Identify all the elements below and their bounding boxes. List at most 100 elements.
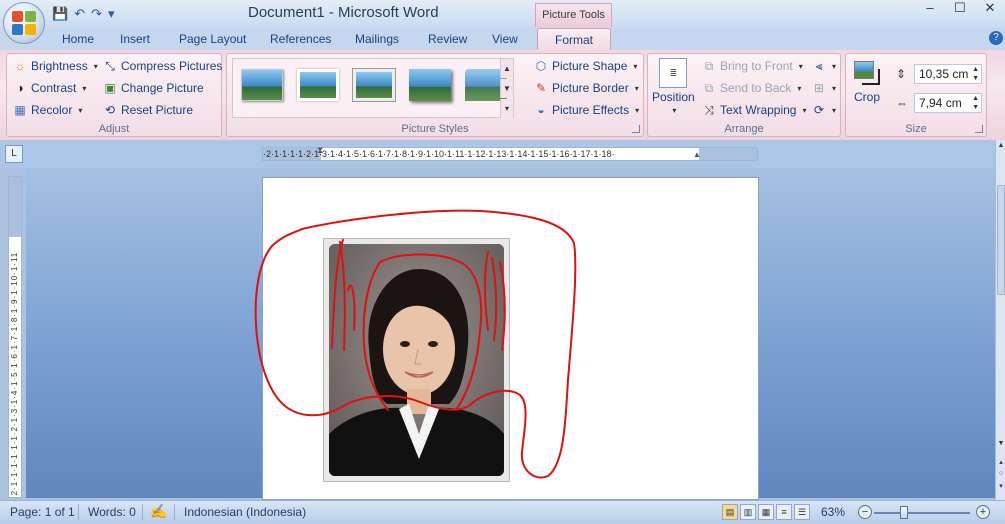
- selected-picture[interactable]: [323, 238, 510, 482]
- zoom-in-icon[interactable]: +: [976, 505, 990, 519]
- tab-selector-button[interactable]: L: [5, 145, 23, 163]
- style-thumbnail[interactable]: [297, 69, 339, 101]
- style-thumbnail[interactable]: [409, 69, 451, 101]
- picture-effects-button[interactable]: ◒ Picture Effects ▾: [534, 103, 639, 117]
- word-count[interactable]: Words: 0: [88, 505, 136, 519]
- close-button[interactable]: ✕: [975, 0, 1005, 18]
- gallery-scroll-up-icon[interactable]: ▲: [500, 59, 513, 78]
- right-indent-marker-icon[interactable]: ▲: [693, 150, 701, 159]
- zoom-level[interactable]: 63%: [821, 505, 845, 519]
- brightness-button[interactable]: ☼ Brightness ▾: [13, 59, 98, 73]
- maximize-button[interactable]: ☐: [945, 0, 975, 18]
- group-icon: ⊞: [813, 81, 825, 95]
- prev-page-icon[interactable]: ▴: [996, 458, 1005, 468]
- print-layout-view-icon[interactable]: ▤: [722, 504, 738, 520]
- change-picture-icon: ▣: [104, 81, 116, 95]
- height-value: 10,35 cm: [919, 67, 969, 81]
- change-picture-button[interactable]: ▣ Change Picture: [103, 81, 204, 95]
- bring-to-front-button[interactable]: ⧉ Bring to Front ▾: [702, 59, 803, 73]
- vertical-ruler-numbers: ·2·1·1·1·1·1·1·2·1·3·1·4·1·5·1·6·1·7·1·8…: [10, 251, 19, 498]
- undo-icon[interactable]: ↶: [74, 6, 85, 22]
- reset-picture-button[interactable]: ⟲ Reset Picture: [103, 103, 193, 117]
- help-icon[interactable]: ?: [989, 31, 1003, 45]
- style-thumbnail[interactable]: [241, 69, 283, 101]
- redo-icon[interactable]: ↷: [91, 6, 102, 22]
- scroll-down-icon[interactable]: ▼: [996, 440, 1005, 450]
- title-bar: 💾 ↶ ↷ ▾ Document1 - Microsoft Word Pictu…: [0, 0, 1005, 28]
- send-to-back-button[interactable]: ⧉ Send to Back ▾: [702, 81, 802, 95]
- size-group: Crop ⇕ 10,35 cm ▲ ▼ ⇔ 7,94 cm ▲ ▼ Size: [845, 53, 987, 137]
- text-wrapping-label: Text Wrapping: [720, 103, 797, 117]
- group-button[interactable]: ⊞ ▾: [812, 81, 836, 95]
- recolor-button[interactable]: ▦ Recolor ▾: [13, 103, 82, 117]
- customize-qat-button[interactable]: ▾: [108, 6, 115, 22]
- crop-label: Crop: [853, 90, 880, 104]
- position-icon: ≣: [659, 58, 688, 88]
- page-count[interactable]: Page: 1 of 1: [10, 505, 75, 519]
- scrollbar-thumb[interactable]: [997, 185, 1005, 295]
- picture-effects-label: Picture Effects: [552, 103, 630, 117]
- horizontal-ruler[interactable]: ·2·1·1·1·1·2·1·3·1·4·1·5·1·6·1·7·1·8·1·9…: [262, 145, 758, 161]
- office-button[interactable]: [3, 2, 45, 44]
- full-screen-reading-view-icon[interactable]: ▥: [740, 504, 756, 520]
- picture-border-button[interactable]: ✎ Picture Border ▾: [534, 81, 639, 95]
- proofing-icon[interactable]: ✍: [150, 503, 167, 520]
- language-indicator[interactable]: Indonesian (Indonesia): [184, 505, 306, 519]
- tab-references[interactable]: References: [270, 32, 331, 46]
- height-spinner[interactable]: 10,35 cm ▲ ▼: [914, 64, 982, 84]
- arrange-group-label: Arrange: [724, 123, 764, 135]
- ribbon-tabs: Home Insert Page Layout References Maili…: [0, 28, 1005, 50]
- tab-page-layout[interactable]: Page Layout: [179, 32, 246, 46]
- compress-label: Compress Pictures: [121, 59, 223, 73]
- rotate-icon: ⟳: [813, 103, 825, 117]
- indent-marker-icon[interactable]: ⧗: [317, 145, 323, 156]
- vertical-scrollbar[interactable]: ▲ ▼ ▴ ○ ▾: [995, 140, 1005, 500]
- width-icon: ⇔: [896, 96, 908, 110]
- contrast-icon: ◑: [16, 81, 24, 95]
- tab-home[interactable]: Home: [62, 32, 94, 46]
- crop-icon: [852, 59, 882, 87]
- tab-format[interactable]: Format: [537, 28, 611, 52]
- select-browse-object-icon[interactable]: ○: [996, 470, 1005, 480]
- change-picture-label: Change Picture: [121, 81, 204, 95]
- draft-view-icon[interactable]: ☰: [794, 504, 810, 520]
- shape-icon: ⬡: [535, 59, 547, 73]
- tab-view[interactable]: View: [492, 32, 518, 46]
- scroll-up-icon[interactable]: ▲: [996, 142, 1005, 152]
- bring-to-front-label: Bring to Front: [720, 59, 793, 73]
- rotate-button[interactable]: ⟳ ▾: [812, 103, 836, 117]
- vertical-ruler[interactable]: ·2·1·1·1·1·1·1·2·1·3·1·4·1·5·1·6·1·7·1·8…: [8, 176, 22, 498]
- style-thumbnail[interactable]: [352, 68, 396, 102]
- align-button[interactable]: ⫷ ▾: [812, 59, 836, 73]
- adjust-group: ☼ Brightness ▾ ◑ Contrast ▾ ▦ Recolor ▾ ⤡ C…: [6, 53, 222, 137]
- contrast-label: Contrast: [31, 81, 77, 95]
- save-icon[interactable]: 💾: [52, 6, 68, 22]
- size-dialog-launcher-icon[interactable]: [975, 125, 983, 133]
- picture-border-label: Picture Border: [552, 81, 629, 95]
- portrait-illustration: [329, 244, 504, 476]
- web-layout-view-icon[interactable]: ▦: [758, 504, 774, 520]
- gallery-scroll-down-icon[interactable]: ▼: [500, 79, 513, 98]
- tab-review[interactable]: Review: [428, 32, 467, 46]
- zoom-slider[interactable]: [874, 512, 970, 514]
- tab-mailings[interactable]: Mailings: [355, 32, 399, 46]
- spinner-arrows-icon[interactable]: ▲ ▼: [972, 65, 979, 83]
- sun-icon: ☼: [14, 59, 26, 73]
- tab-insert[interactable]: Insert: [120, 32, 150, 46]
- picture-shape-button[interactable]: ⬡ Picture Shape ▾: [534, 59, 638, 73]
- styles-dialog-launcher-icon[interactable]: [632, 125, 640, 133]
- compress-pictures-button[interactable]: ⤡ Compress Pictures: [103, 59, 222, 73]
- text-wrap-icon: ⤨: [704, 103, 714, 117]
- minimize-button[interactable]: –: [915, 0, 945, 18]
- spinner-arrows-icon[interactable]: ▲ ▼: [972, 94, 979, 112]
- text-wrapping-button[interactable]: ⤨ Text Wrapping ▾: [702, 103, 806, 117]
- gallery-more-icon[interactable]: ▾: [500, 99, 513, 118]
- zoom-slider-thumb[interactable]: [900, 506, 908, 519]
- outline-view-icon[interactable]: ≡: [776, 504, 792, 520]
- crop-button[interactable]: Crop: [852, 59, 882, 104]
- width-spinner[interactable]: 7,94 cm ▲ ▼: [914, 93, 982, 113]
- zoom-out-icon[interactable]: −: [858, 505, 872, 519]
- next-page-icon[interactable]: ▾: [996, 482, 1005, 492]
- position-button[interactable]: ≣ Position ▾: [652, 58, 695, 115]
- contrast-button[interactable]: ◑ Contrast ▾: [13, 81, 86, 95]
